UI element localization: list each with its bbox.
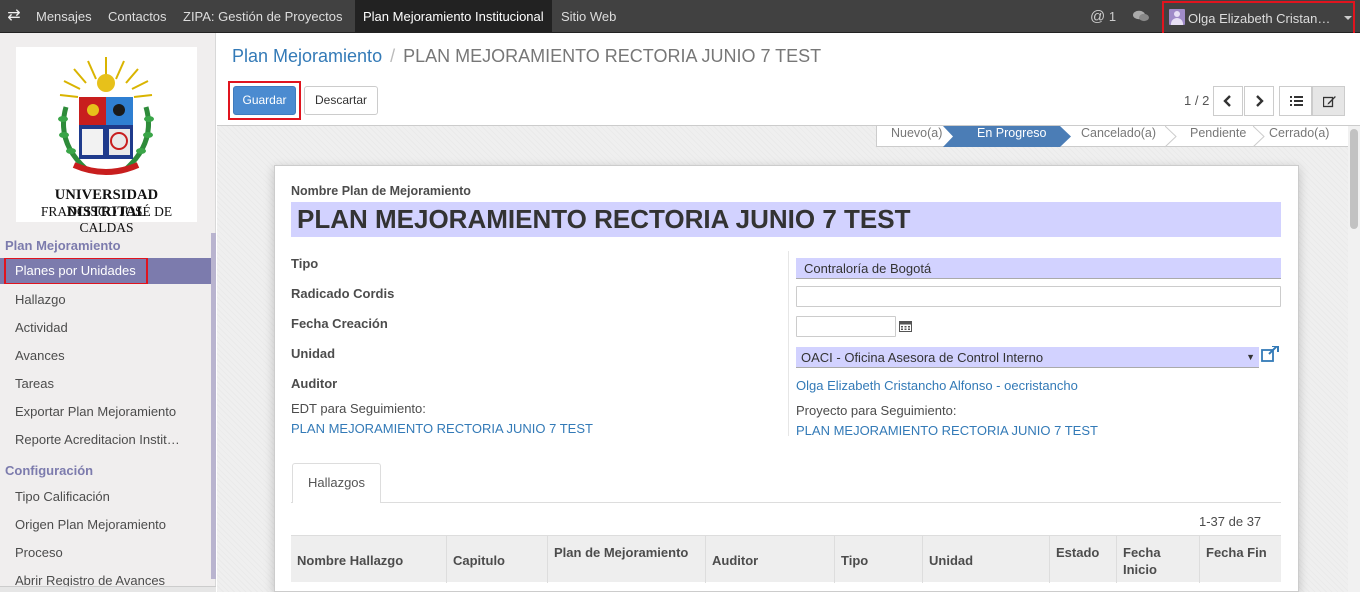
- unidad-value: OACI - Oficina Asesora de Control Intern…: [801, 350, 1044, 365]
- sidebar-scrollbar[interactable]: [211, 233, 216, 579]
- table-header: Nombre Hallazgo Capitulo Plan de Mejoram…: [291, 535, 1281, 583]
- sidebar-section-configuracion: Configuración: [5, 463, 94, 478]
- status-arrow: [1253, 126, 1265, 147]
- pager-value: 1 / 2: [1184, 93, 1210, 108]
- tipo-select[interactable]: Contraloría de Bogotá: [796, 258, 1281, 279]
- menu-mensajes[interactable]: Mensajes: [28, 0, 100, 33]
- status-arrow: [943, 126, 955, 147]
- tipo-label: Tipo: [291, 256, 319, 271]
- sidebar-horizontal-scrollbar[interactable]: [0, 586, 216, 592]
- sidebar-item-tareas[interactable]: Tareas: [0, 371, 185, 397]
- sidebar-item-exportar[interactable]: Exportar Plan Mejoramiento: [0, 399, 185, 425]
- menu-plan-mejoramiento[interactable]: Plan Mejoramiento Institucional: [355, 0, 552, 33]
- column-capitulo[interactable]: Capitulo: [447, 536, 548, 583]
- chat-icon[interactable]: [1133, 10, 1149, 23]
- sidebar-item-planes-por-unidades[interactable]: Planes por Unidades: [0, 258, 211, 284]
- sidebar-item-avances[interactable]: Avances: [0, 343, 211, 369]
- column-estado[interactable]: Estado: [1050, 536, 1117, 583]
- radicado-label: Radicado Cordis: [291, 286, 395, 301]
- save-button-highlight: Guardar: [228, 81, 301, 120]
- name-label: Nombre Plan de Mejoramiento: [291, 184, 471, 198]
- form-sheet: Nombre Plan de Mejoramiento PLAN MEJORAM…: [274, 165, 1299, 592]
- dropdown-arrow-icon: ▼: [1246, 352, 1255, 362]
- list-view-button[interactable]: [1279, 86, 1312, 116]
- top-navbar: ⇄ Mensajes Contactos ZIPA: Gestión de Pr…: [0, 0, 1360, 37]
- status-arrow: [1165, 126, 1177, 147]
- status-cancelado[interactable]: Cancelado(a): [1081, 126, 1176, 147]
- edit-icon: [1323, 96, 1336, 108]
- save-button[interactable]: Guardar: [233, 86, 296, 115]
- at-icon: @: [1090, 8, 1106, 25]
- sidebar-item-tipo-calificacion[interactable]: Tipo Calificación: [0, 484, 211, 510]
- column-nombre-hallazgo[interactable]: Nombre Hallazgo: [291, 536, 447, 583]
- breadcrumb-current: PLAN MEJORAMIENTO RECTORIA JUNIO 7 TEST: [403, 46, 822, 66]
- pager-next-button[interactable]: [1244, 86, 1274, 116]
- edt-label: EDT para Seguimiento:: [291, 401, 426, 416]
- sidebar-item-proceso[interactable]: Proceso: [0, 540, 211, 566]
- mentions-button[interactable]: @ 1: [1090, 0, 1116, 33]
- sidebar: UNIVERSIDAD DISTRITAL FRANCISCO JOSÉ DE …: [0, 33, 216, 592]
- user-name: Olga Elizabeth Cristancho Alfonso: [1188, 11, 1336, 26]
- status-arrow: [1060, 126, 1071, 147]
- sidebar-item-origen-plan[interactable]: Origen Plan Mejoramiento: [0, 512, 211, 538]
- university-logo: UNIVERSIDAD DISTRITAL FRANCISCO JOSÉ DE …: [16, 47, 197, 235]
- unidad-select[interactable]: OACI - Oficina Asesora de Control Intern…: [796, 347, 1259, 368]
- control-panel: Plan Mejoramiento / PLAN MEJORAMIENTO RECT…: [217, 33, 1360, 126]
- list-icon: [1290, 96, 1303, 106]
- status-en-progreso[interactable]: En Progreso: [953, 126, 1060, 147]
- menu-zipa[interactable]: ZIPA: Gestión de Proyectos: [175, 0, 350, 33]
- external-link-icon[interactable]: [1261, 346, 1279, 362]
- breadcrumb-separator: /: [390, 46, 396, 66]
- fecha-input[interactable]: [796, 316, 896, 337]
- auditor-link[interactable]: Olga Elizabeth Cristancho Alfonso - oecr…: [796, 378, 1078, 393]
- chevron-right-icon: [1256, 95, 1264, 107]
- main-scrollbar[interactable]: [1348, 126, 1360, 592]
- sidebar-item-reporte-acreditacion[interactable]: Reporte Acreditacion Institucional: [0, 427, 185, 453]
- status-cerrado[interactable]: Cerrado(a): [1269, 126, 1349, 147]
- logo-line-2: FRANCISCO JOSÉ DE CALDAS: [40, 204, 173, 235]
- proyecto-label: Proyecto para Seguimiento:: [796, 403, 957, 418]
- name-input[interactable]: PLAN MEJORAMIENTO RECTORIA JUNIO 7 TEST: [291, 202, 1281, 237]
- fecha-label: Fecha Creación: [291, 316, 388, 331]
- chevron-down-icon: [1344, 16, 1352, 20]
- unidad-label: Unidad: [291, 346, 336, 361]
- column-fecha-fin[interactable]: Fecha Fin: [1200, 536, 1281, 583]
- form-view-button[interactable]: [1312, 86, 1345, 116]
- user-menu[interactable]: Olga Elizabeth Cristancho Alfonso: [1162, 1, 1355, 37]
- pager-previous-button[interactable]: [1213, 86, 1243, 116]
- record-count: 1-37 de 37: [1199, 514, 1262, 529]
- chevron-left-icon: [1223, 95, 1231, 107]
- breadcrumb: Plan Mejoramiento / PLAN MEJORAMIENTO RECT…: [232, 46, 821, 67]
- menu-sitio-web[interactable]: Sitio Web: [553, 0, 624, 33]
- column-plan-mejoramiento[interactable]: Plan de Mejoramiento: [548, 536, 706, 583]
- column-unidad[interactable]: Unidad: [923, 536, 1050, 583]
- avatar: [1169, 9, 1185, 25]
- proyecto-link[interactable]: PLAN MEJORAMIENTO RECTORIA JUNIO 7 TEST: [796, 423, 1098, 438]
- column-tipo[interactable]: Tipo: [835, 536, 923, 583]
- column-divider: [788, 251, 789, 436]
- sidebar-item-hallazgo[interactable]: Hallazgo: [0, 287, 211, 313]
- tab-hallazgos[interactable]: Hallazgos: [292, 463, 381, 503]
- column-auditor[interactable]: Auditor: [706, 536, 835, 583]
- edt-link[interactable]: PLAN MEJORAMIENTO RECTORIA JUNIO 7 TEST: [291, 421, 593, 436]
- auditor-label: Auditor: [291, 376, 338, 391]
- column-fecha-inicio[interactable]: Fecha Inicio: [1117, 536, 1200, 583]
- tipo-value: Contraloría de Bogotá: [804, 261, 932, 276]
- calendar-icon[interactable]: [899, 320, 912, 332]
- sidebar-item-actividad[interactable]: Actividad: [0, 315, 211, 341]
- breadcrumb-parent-link[interactable]: Plan Mejoramiento: [232, 46, 382, 66]
- university-seal-icon: [58, 57, 154, 175]
- radicado-input[interactable]: [796, 286, 1281, 307]
- apps-toggle-icon[interactable]: ⇄: [4, 6, 24, 26]
- menu-contactos[interactable]: Contactos: [100, 0, 175, 33]
- status-bar: Nuevo(a) En Progreso Cancelado(a) Pendie…: [876, 126, 1348, 147]
- discard-button[interactable]: Descartar: [304, 86, 378, 115]
- tab-strip: [291, 502, 1281, 503]
- sidebar-section-plan-mejoramiento: Plan Mejoramiento: [5, 238, 121, 253]
- status-nuevo[interactable]: Nuevo(a): [877, 126, 953, 147]
- mention-count: 1: [1108, 9, 1117, 24]
